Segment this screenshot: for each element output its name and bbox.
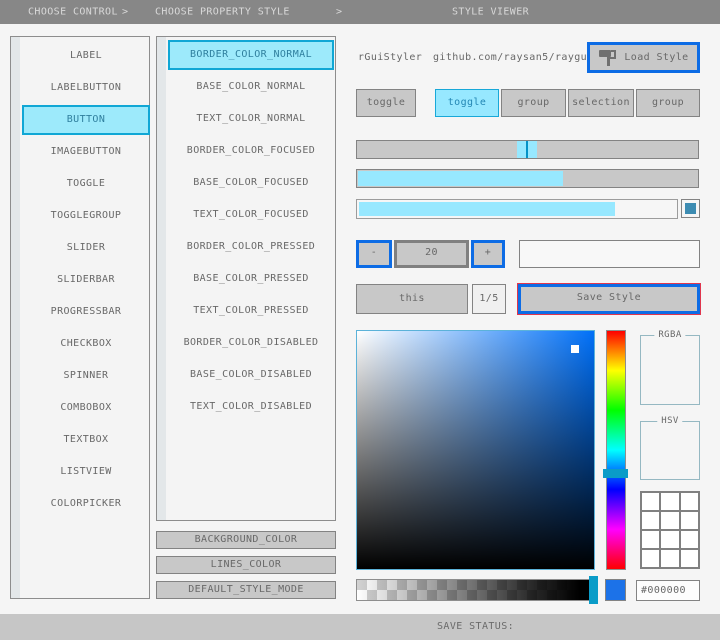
hue-bar[interactable] <box>606 330 626 570</box>
property-item[interactable]: TEXT_COLOR_PRESSED <box>168 296 334 326</box>
sliderbar[interactable] <box>356 169 699 188</box>
alpha-slider[interactable] <box>356 579 595 601</box>
listview-scrollbar[interactable] <box>157 37 166 520</box>
default-style-mode-button[interactable]: DEFAULT_STYLE_MODE <box>156 581 336 599</box>
properties-listview: BORDER_COLOR_NORMAL BASE_COLOR_NORMAL TE… <box>156 36 336 521</box>
control-item-colorpicker[interactable]: COLORPICKER <box>22 489 150 519</box>
load-style-button[interactable]: Load Style <box>587 42 700 73</box>
spinner-value[interactable]: 20 <box>394 240 469 268</box>
progressbar <box>356 199 678 219</box>
palette-cell[interactable] <box>661 493 678 510</box>
toggle-group-item[interactable]: selection <box>568 89 634 117</box>
palette-cell[interactable] <box>681 550 698 567</box>
listview-scrollbar[interactable] <box>11 37 20 598</box>
slider[interactable] <box>356 140 699 159</box>
palette-cell[interactable] <box>642 550 659 567</box>
top-navigation-bar: CHOOSE CONTROL > CHOOSE PROPERTY STYLE >… <box>0 0 720 24</box>
color-saturation-value-panel[interactable] <box>356 330 595 570</box>
repo-link[interactable]: github.com/raysan5/raygui <box>433 52 594 63</box>
control-item-labelbutton[interactable]: LABELBUTTON <box>22 73 150 103</box>
rgba-groupbox: RGBA <box>640 335 700 405</box>
control-item-combobox[interactable]: COMBOBOX <box>22 393 150 423</box>
chevron-right-icon: > <box>336 7 342 18</box>
spinner-plus-button[interactable]: + <box>471 240 505 268</box>
chevron-right-icon: > <box>122 7 128 18</box>
spinner-minus-button[interactable]: - <box>356 240 392 268</box>
hex-color-input[interactable]: #000000 <box>636 580 700 601</box>
palette-cell[interactable] <box>681 493 698 510</box>
palette-cell[interactable] <box>642 512 659 529</box>
control-item-button-selected[interactable]: BUTTON <box>22 105 150 135</box>
toggle-single[interactable]: toggle <box>356 89 416 117</box>
toggle-group-item[interactable]: group <box>636 89 700 117</box>
save-style-button[interactable]: Save Style <box>518 284 700 314</box>
property-item[interactable]: BASE_COLOR_FOCUSED <box>168 168 334 198</box>
app-title: rGuiStyler <box>358 52 422 63</box>
property-item[interactable]: BASE_COLOR_NORMAL <box>168 72 334 102</box>
hue-bar-handle[interactable] <box>603 469 628 478</box>
palette-cell[interactable] <box>661 550 678 567</box>
control-item-label[interactable]: LABEL <box>22 41 150 71</box>
save-status-label: SAVE STATUS: <box>437 614 514 640</box>
toggle-group-item[interactable]: group <box>501 89 566 117</box>
hsv-label: HSV <box>657 416 682 426</box>
checkbox-checked[interactable] <box>681 199 700 218</box>
control-item-spinner[interactable]: SPINNER <box>22 361 150 391</box>
hsv-groupbox: HSV <box>640 421 700 480</box>
section-choose-property-style: CHOOSE PROPERTY STYLE <box>155 7 290 18</box>
palette-cell[interactable] <box>642 531 659 548</box>
section-choose-control: CHOOSE CONTROL <box>28 7 118 18</box>
property-item-selected[interactable]: BORDER_COLOR_NORMAL <box>168 40 334 70</box>
control-item-toggle[interactable]: TOGGLE <box>22 169 150 199</box>
this-button[interactable]: this <box>356 284 468 314</box>
control-item-textbox[interactable]: TEXTBOX <box>22 425 150 455</box>
alpha-slider-handle[interactable] <box>589 576 598 604</box>
controls-listview: LABEL LABELBUTTON BUTTON IMAGEBUTTON TOG… <box>10 36 150 599</box>
control-item-checkbox[interactable]: CHECKBOX <box>22 329 150 359</box>
property-item[interactable]: TEXT_COLOR_DISABLED <box>168 392 334 422</box>
paint-roller-icon <box>598 49 617 67</box>
toggle-group-item-active[interactable]: toggle <box>435 89 499 117</box>
background-color-button[interactable]: BACKGROUND_COLOR <box>156 531 336 549</box>
property-item[interactable]: BORDER_COLOR_DISABLED <box>168 328 334 358</box>
sample-textbox[interactable] <box>519 240 700 268</box>
progressbar-fill <box>359 202 615 216</box>
property-item[interactable]: TEXT_COLOR_NORMAL <box>168 104 334 134</box>
property-item[interactable]: BASE_COLOR_DISABLED <box>168 360 334 390</box>
control-item-progressbar[interactable]: PROGRESSBAR <box>22 297 150 327</box>
sliderbar-fill <box>358 171 563 186</box>
checkbox-check-fill <box>685 203 696 214</box>
control-item-sliderbar[interactable]: SLIDERBAR <box>22 265 150 295</box>
load-style-label: Load Style <box>624 52 688 63</box>
palette-cell[interactable] <box>681 531 698 548</box>
color-palette-grid <box>640 491 700 569</box>
property-item[interactable]: BORDER_COLOR_FOCUSED <box>168 136 334 166</box>
control-item-togglegroup[interactable]: TOGGLEGROUP <box>22 201 150 231</box>
rgba-label: RGBA <box>654 330 685 340</box>
slider-handle[interactable] <box>517 141 537 158</box>
section-style-viewer: STYLE VIEWER <box>452 7 529 18</box>
palette-cell[interactable] <box>661 512 678 529</box>
control-item-imagebutton[interactable]: IMAGEBUTTON <box>22 137 150 167</box>
property-item[interactable]: BASE_COLOR_PRESSED <box>168 264 334 294</box>
control-item-slider[interactable]: SLIDER <box>22 233 150 263</box>
lines-color-button[interactable]: LINES_COLOR <box>156 556 336 574</box>
palette-cell[interactable] <box>642 493 659 510</box>
color-picker-cursor[interactable] <box>571 345 579 353</box>
combobox-counter[interactable]: 1/5 <box>472 284 506 314</box>
property-item[interactable]: TEXT_COLOR_FOCUSED <box>168 200 334 230</box>
property-item[interactable]: BORDER_COLOR_PRESSED <box>168 232 334 262</box>
bottom-status-bar: SAVE STATUS: <box>0 614 720 640</box>
control-item-listview[interactable]: LISTVIEW <box>22 457 150 487</box>
palette-cell[interactable] <box>661 531 678 548</box>
current-color-swatch <box>605 579 626 601</box>
palette-cell[interactable] <box>681 512 698 529</box>
